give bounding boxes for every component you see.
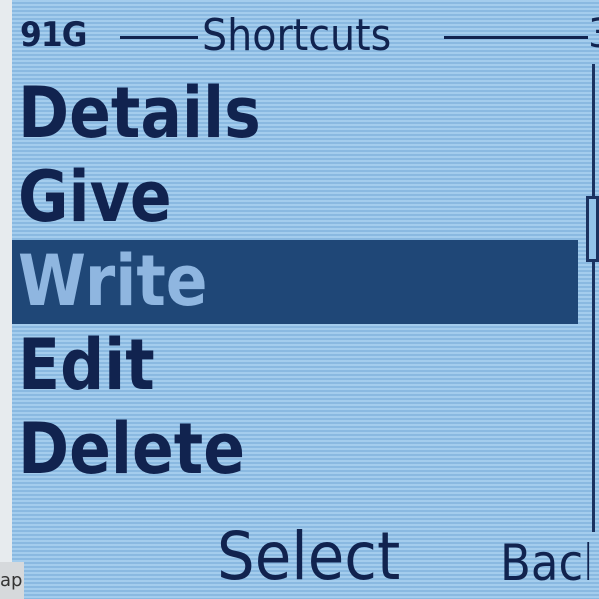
scrollbar-thumb[interactable] — [586, 196, 599, 262]
page-title: Shortcuts — [202, 10, 392, 61]
menu-item-edit[interactable]: Edit — [12, 324, 580, 408]
scrollbar-track — [592, 64, 595, 532]
phone-screen: 91G Shortcuts 3 Details Give Write Edit … — [12, 0, 599, 599]
menu-item-label: Details — [18, 72, 261, 154]
menu-item-label: Write — [18, 240, 208, 322]
select-softkey[interactable]: Select — [217, 524, 400, 590]
header-divider-left — [120, 36, 198, 39]
left-bezel-strip — [0, 0, 12, 599]
menu-item-details[interactable]: Details — [12, 72, 580, 156]
header-divider-right — [444, 36, 588, 39]
header-right-value: 3 — [588, 14, 599, 54]
header: 91G Shortcuts 3 — [12, 0, 599, 72]
menu-item-give[interactable]: Give — [12, 156, 580, 240]
menu-item-label: Edit — [18, 324, 155, 406]
back-softkey[interactable]: Back — [500, 538, 589, 588]
signal-indicator-icon: 91G — [20, 15, 87, 55]
shortcuts-menu: Details Give Write Edit Delete — [12, 72, 580, 492]
softkey-bar: Select Back — [12, 520, 599, 599]
menu-item-label: Give — [18, 156, 172, 238]
corner-label: ap — [0, 562, 24, 599]
menu-scrollbar[interactable] — [586, 64, 599, 532]
menu-item-write[interactable]: Write — [12, 240, 578, 324]
menu-item-label: Delete — [18, 408, 246, 490]
menu-item-delete[interactable]: Delete — [12, 408, 580, 492]
